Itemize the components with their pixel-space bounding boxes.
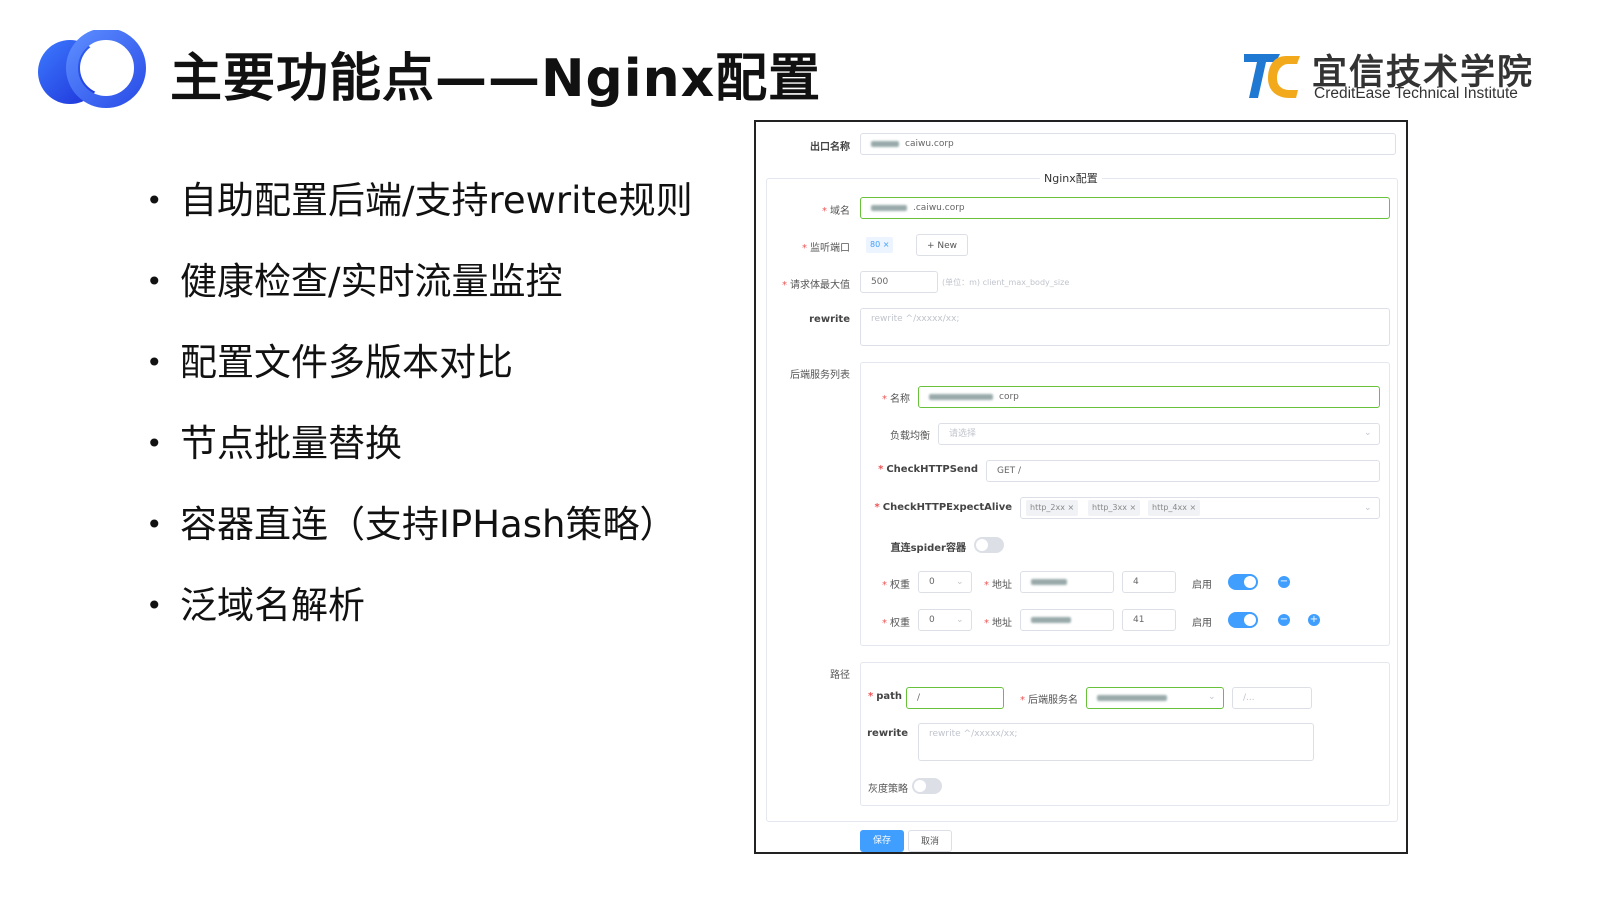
check-alive-label: * CheckHTTPExpectAlive <box>874 502 1012 513</box>
enable-switch[interactable] <box>1228 574 1258 590</box>
service-name-label: * 后端服务名 <box>1020 695 1078 706</box>
body-size-label: * 请求体最大值 <box>782 280 850 291</box>
feature-text: 泛域名解析 <box>180 584 365 627</box>
enable-label: 启用 <box>1192 580 1212 591</box>
bullet-icon: • <box>146 184 163 217</box>
close-icon[interactable]: × <box>1068 503 1075 512</box>
redacted-text <box>929 393 993 400</box>
redacted-text <box>1031 578 1067 585</box>
list-item: • 健康检查/实时流量监控 <box>146 259 693 340</box>
feature-text: 容器直连（支持IPHash策略） <box>180 503 677 546</box>
address-input[interactable] <box>1020 571 1114 593</box>
chevron-down-icon[interactable]: ⌄ <box>1364 428 1372 438</box>
rewrite-label: rewrite <box>809 314 850 325</box>
tc-logo-icon <box>1244 54 1300 98</box>
nginx-config-legend: Nginx配置 <box>1040 170 1102 186</box>
brand-name-en: CreditEase Technical Institute <box>1314 85 1518 102</box>
path-input[interactable]: / <box>906 687 1004 709</box>
chevron-down-icon[interactable]: ⌄ <box>956 577 964 587</box>
bullet-icon: • <box>146 427 163 460</box>
load-balance-select[interactable]: 请选择 <box>938 423 1380 445</box>
close-icon[interactable]: × <box>1130 503 1137 512</box>
feature-text: 健康检查/实时流量监控 <box>180 260 563 303</box>
backend-list-label: 后端服务列表 <box>790 370 850 381</box>
cancel-button[interactable]: 取消 <box>908 830 952 852</box>
list-item: • 节点批量替换 <box>146 421 693 502</box>
port-input[interactable]: 4 <box>1122 571 1176 593</box>
bullet-icon: • <box>146 508 163 541</box>
alive-tag[interactable]: http_3xx × <box>1088 500 1141 516</box>
domain-value: .caiwu.corp <box>913 203 965 213</box>
bullet-icon: • <box>146 265 163 298</box>
weight-select[interactable]: 0 <box>918 609 972 631</box>
exit-name-label: 出口名称 <box>810 142 850 153</box>
nginx-config-form: 出口名称 caiwu.corp Nginx配置 * 域名 .caiwu.corp … <box>754 120 1408 854</box>
redacted-text <box>1031 616 1071 623</box>
weight-label: * 权重 <box>882 618 910 629</box>
port-label: * 监听端口 <box>802 243 850 254</box>
backend-name-input[interactable]: corp <box>918 386 1380 408</box>
add-server-icon[interactable]: + <box>1308 614 1320 626</box>
chevron-down-icon[interactable]: ⌄ <box>1364 503 1372 513</box>
domain-input[interactable]: .caiwu.corp <box>860 197 1390 219</box>
gray-policy-label: 灰度策略 <box>868 784 908 795</box>
address-label: * 地址 <box>984 580 1012 591</box>
list-item: • 泛域名解析 <box>146 583 693 664</box>
route-extra-input[interactable]: /... <box>1232 687 1312 709</box>
check-send-input[interactable]: GET / <box>986 460 1380 482</box>
chevron-down-icon[interactable]: ⌄ <box>1208 692 1216 702</box>
address-label: * 地址 <box>984 618 1012 629</box>
gray-policy-switch[interactable] <box>912 778 942 794</box>
service-name-select[interactable] <box>1086 687 1224 709</box>
weight-label: * 权重 <box>882 580 910 591</box>
route-rewrite-label: rewrite <box>867 728 908 739</box>
direct-spider-switch[interactable] <box>974 537 1004 553</box>
slide-title: 主要功能点——Nginx配置 <box>170 49 822 109</box>
backend-name-label: * 名称 <box>882 394 910 405</box>
redacted-text <box>871 204 907 211</box>
list-item: • 配置文件多版本对比 <box>146 340 693 421</box>
exit-name-value: caiwu.corp <box>905 139 954 149</box>
alive-tag[interactable]: http_4xx × <box>1148 500 1201 516</box>
feature-text: 配置文件多版本对比 <box>180 341 513 384</box>
bullet-icon: • <box>146 589 163 622</box>
list-item: • 自助配置后端/支持rewrite规则 <box>146 178 693 259</box>
exit-name-input[interactable]: caiwu.corp <box>860 133 1396 155</box>
path-label: * path <box>867 691 902 702</box>
bullet-icon: • <box>146 346 163 379</box>
weight-select[interactable]: 0 <box>918 571 972 593</box>
close-icon[interactable]: × <box>1190 503 1197 512</box>
feature-list: • 自助配置后端/支持rewrite规则 • 健康检查/实时流量监控 • 配置文件多版… <box>146 178 693 664</box>
chevron-down-icon[interactable]: ⌄ <box>956 615 964 625</box>
rewrite-textarea[interactable]: rewrite ^/xxxxx/xx; <box>860 308 1390 346</box>
port-tag[interactable]: 80 × <box>866 237 894 253</box>
domain-label: * 域名 <box>822 206 850 217</box>
list-item: • 容器直连（支持IPHash策略） <box>146 502 693 583</box>
direct-spider-label: 直连spider容器 <box>890 543 966 554</box>
save-button[interactable]: 保存 <box>860 830 904 852</box>
redacted-text <box>1097 694 1167 701</box>
brand-logo: 宜信技术学院 CreditEase Technical Institute <box>1240 44 1590 104</box>
feature-text: 节点批量替换 <box>180 422 402 465</box>
remove-server-icon[interactable]: − <box>1278 614 1290 626</box>
load-balance-label: 负载均衡 <box>890 431 930 442</box>
route-label: 路径 <box>830 670 850 681</box>
enable-label: 启用 <box>1192 618 1212 629</box>
route-rewrite-textarea[interactable]: rewrite ^/xxxxx/xx; <box>918 723 1314 761</box>
enable-switch[interactable] <box>1228 612 1258 628</box>
remove-server-icon[interactable]: − <box>1278 576 1290 588</box>
address-input[interactable] <box>1020 609 1114 631</box>
port-input[interactable]: 41 <box>1122 609 1176 631</box>
alive-tag[interactable]: http_2xx × <box>1026 500 1079 516</box>
check-send-label: * CheckHTTPSend <box>878 464 978 475</box>
feature-text: 自助配置后端/支持rewrite规则 <box>180 179 693 222</box>
body-size-hint: (单位：m) client_max_body_size <box>942 278 1070 287</box>
body-size-input[interactable]: 500 <box>860 271 938 293</box>
redacted-text <box>871 140 899 147</box>
new-port-button[interactable]: + New <box>916 234 968 256</box>
close-icon[interactable]: × <box>883 240 890 249</box>
circle-logo-icon <box>38 30 146 108</box>
